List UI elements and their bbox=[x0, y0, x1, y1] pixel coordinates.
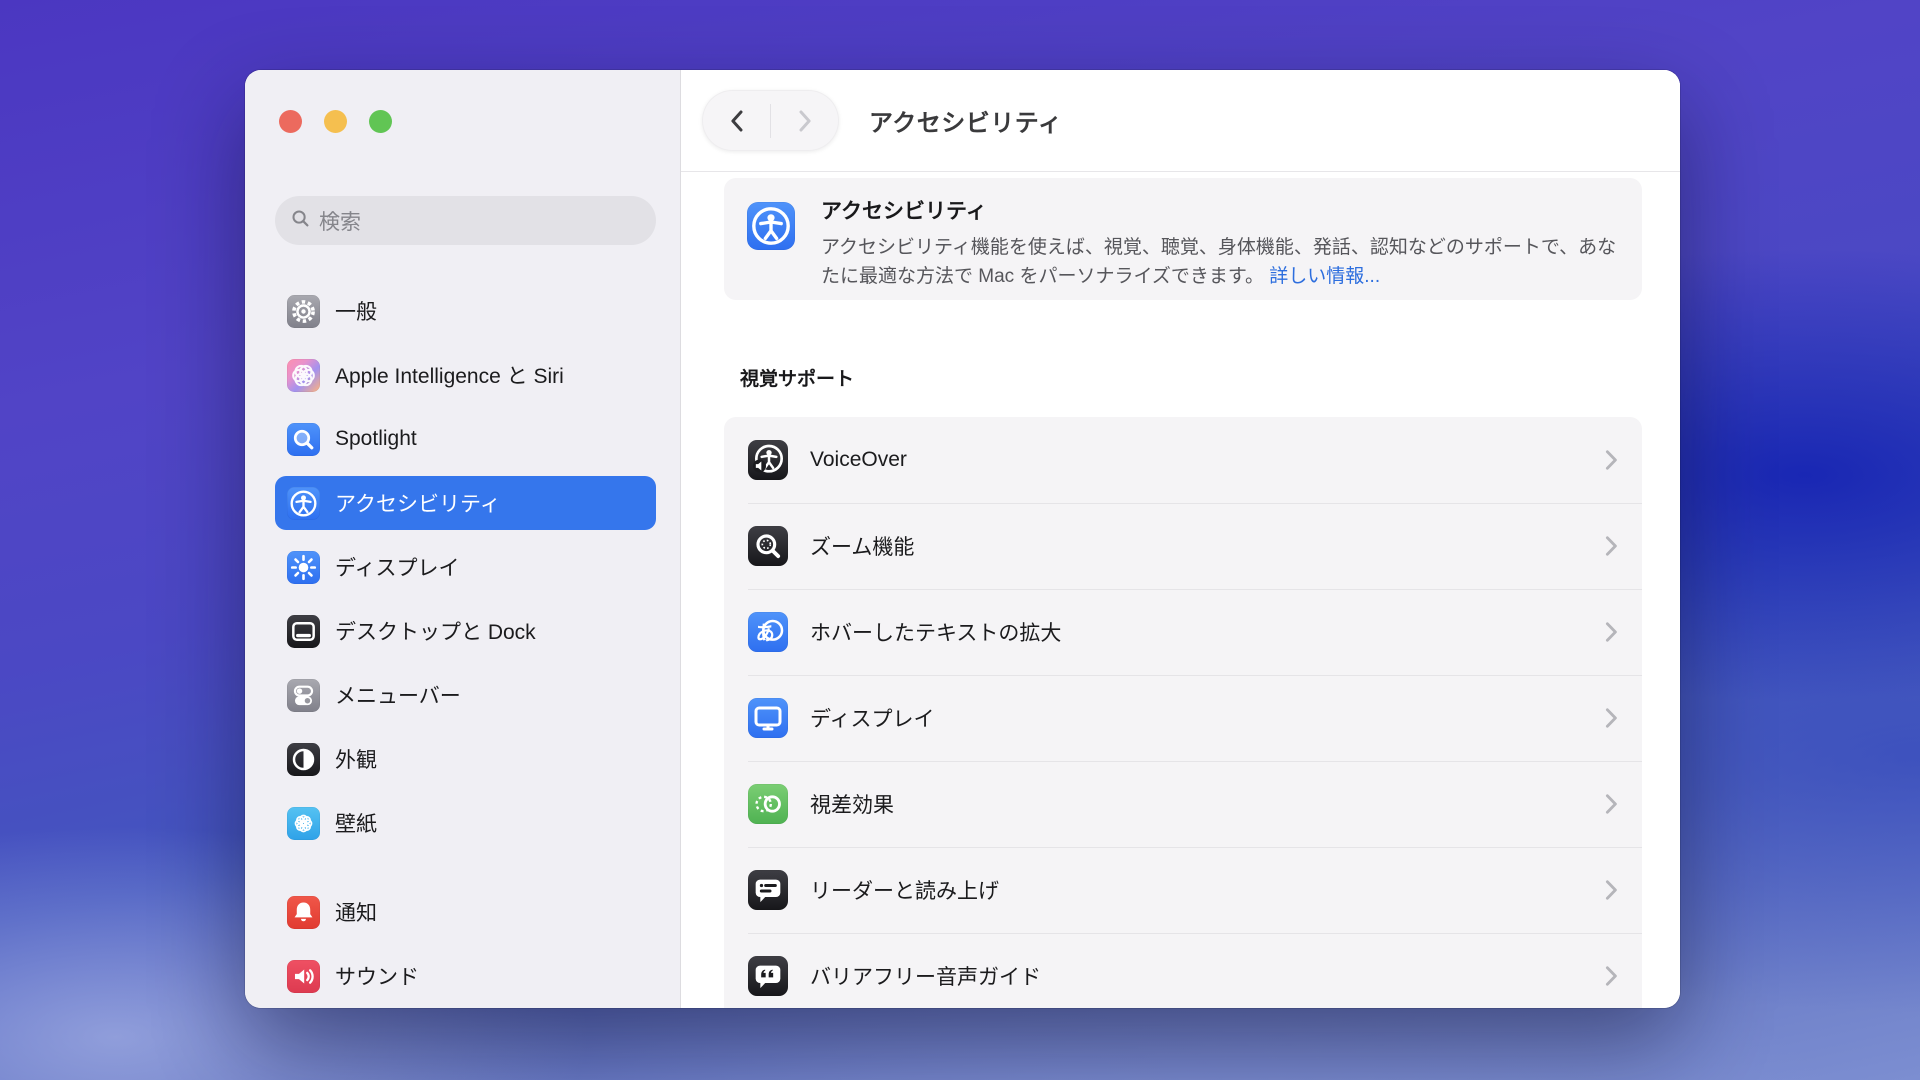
chevron-right-icon bbox=[1605, 965, 1618, 987]
sidebar-nav: 一般 Apple Intelligence と Siri Spotlight bbox=[275, 284, 656, 1003]
gear-icon bbox=[287, 295, 320, 328]
hover-text-icon: あ bbox=[748, 612, 788, 652]
chevron-right-icon bbox=[1605, 879, 1618, 901]
spoken-content-icon bbox=[748, 870, 788, 910]
sidebar-item-label: ディスプレイ bbox=[335, 552, 460, 582]
audio-descriptions-icon bbox=[748, 956, 788, 996]
learn-more-link[interactable]: 詳しい情報... bbox=[1269, 266, 1380, 287]
menu-bar-icon bbox=[287, 679, 320, 712]
row-audio-descriptions[interactable]: バリアフリー音声ガイド bbox=[724, 933, 1642, 1008]
chevron-right-icon bbox=[1605, 707, 1618, 729]
row-label: リーダーと読み上げ bbox=[810, 875, 1583, 905]
sidebar-item-label: メニューバー bbox=[335, 680, 461, 710]
navigation-bar: アクセシビリティ bbox=[681, 70, 1680, 172]
chevron-right-icon bbox=[1605, 535, 1618, 557]
sidebar-item-label: 壁紙 bbox=[335, 808, 377, 838]
row-voiceover[interactable]: VoiceOver bbox=[724, 417, 1642, 503]
apple-intelligence-icon bbox=[287, 359, 320, 392]
sidebar-item-notifications[interactable]: 通知 bbox=[275, 885, 656, 939]
sidebar-item-label: サウンド bbox=[335, 961, 419, 991]
sidebar-item-appearance[interactable]: 外観 bbox=[275, 732, 656, 786]
display-icon bbox=[748, 698, 788, 738]
minimize-button[interactable] bbox=[324, 110, 347, 133]
content-pane: アクセシビリティ アクセシビリティ アクセシビリティ機能を使えば、視覚、聴覚、身… bbox=[681, 70, 1680, 1008]
back-button[interactable] bbox=[702, 90, 770, 151]
settings-scroll-area[interactable]: アクセシビリティ アクセシビリティ機能を使えば、視覚、聴覚、身体機能、発話、認知… bbox=[681, 172, 1680, 1008]
chevron-right-icon bbox=[1605, 449, 1618, 471]
row-hover-text[interactable]: あ ホバーしたテキストの拡大 bbox=[724, 589, 1642, 675]
notifications-icon bbox=[287, 896, 320, 929]
row-zoom[interactable]: ズーム機能 bbox=[724, 503, 1642, 589]
sidebar-item-menu-bar[interactable]: メニューバー bbox=[275, 668, 656, 722]
intro-text: アクセシビリティ アクセシビリティ機能を使えば、視覚、聴覚、身体機能、発話、認知… bbox=[821, 195, 1618, 291]
row-motion[interactable]: 視差効果 bbox=[724, 761, 1642, 847]
motion-icon bbox=[748, 784, 788, 824]
row-label: バリアフリー音声ガイド bbox=[810, 961, 1583, 991]
sidebar-item-spotlight[interactable]: Spotlight bbox=[275, 412, 656, 466]
section-title-vision: 視覚サポート bbox=[740, 364, 1642, 391]
sidebar-item-label: Apple Intelligence と Siri bbox=[335, 360, 564, 390]
row-label: ズーム機能 bbox=[810, 531, 1583, 561]
forward-button[interactable] bbox=[771, 90, 839, 151]
sidebar-item-desktop-dock[interactable]: デスクトップと Dock bbox=[275, 604, 656, 658]
search-placeholder: 検索 bbox=[319, 206, 361, 236]
row-label: ホバーしたテキストの拡大 bbox=[810, 617, 1583, 647]
row-label: 視差効果 bbox=[810, 789, 1583, 819]
search-icon bbox=[291, 209, 310, 233]
accessibility-icon bbox=[747, 202, 795, 250]
intro-description: アクセシビリティ機能を使えば、視覚、聴覚、身体機能、発話、認知などのサポートで、… bbox=[821, 237, 1616, 287]
fullscreen-button[interactable] bbox=[369, 110, 392, 133]
sidebar-item-apple-intelligence[interactable]: Apple Intelligence と Siri bbox=[275, 348, 656, 402]
spotlight-icon bbox=[287, 423, 320, 456]
sidebar-item-display[interactable]: ディスプレイ bbox=[275, 540, 656, 594]
sidebar-item-label: アクセシビリティ bbox=[335, 488, 501, 518]
display-brightness-icon bbox=[287, 551, 320, 584]
nav-back-forward bbox=[702, 90, 839, 151]
vision-settings-list: VoiceOver ズーム機能 あ bbox=[724, 417, 1642, 1008]
close-button[interactable] bbox=[279, 110, 302, 133]
sidebar-item-label: Spotlight bbox=[335, 427, 417, 451]
intro-title: アクセシビリティ bbox=[821, 195, 1618, 225]
accessibility-icon bbox=[287, 487, 320, 520]
page-title: アクセシビリティ bbox=[869, 103, 1062, 138]
sidebar-item-label: 一般 bbox=[335, 296, 377, 326]
sidebar-item-label: 通知 bbox=[335, 897, 377, 927]
wallpaper-icon bbox=[287, 807, 320, 840]
chevron-right-icon bbox=[1605, 621, 1618, 643]
traffic-lights bbox=[275, 70, 656, 133]
row-label: VoiceOver bbox=[810, 448, 1583, 472]
row-display[interactable]: ディスプレイ bbox=[724, 675, 1642, 761]
row-spoken-content[interactable]: リーダーと読み上げ bbox=[724, 847, 1642, 933]
sidebar-item-label: 外観 bbox=[335, 744, 377, 774]
search-input[interactable]: 検索 bbox=[275, 196, 656, 245]
system-settings-window: 検索 一般 Apple Intelligence と Siri bbox=[245, 70, 1680, 1008]
appearance-icon bbox=[287, 743, 320, 776]
accessibility-intro-card: アクセシビリティ アクセシビリティ機能を使えば、視覚、聴覚、身体機能、発話、認知… bbox=[724, 178, 1642, 300]
sidebar-item-sound[interactable]: サウンド bbox=[275, 949, 656, 1003]
sound-icon bbox=[287, 960, 320, 993]
sidebar: 検索 一般 Apple Intelligence と Siri bbox=[245, 70, 681, 1008]
zoom-feature-icon bbox=[748, 526, 788, 566]
sidebar-item-general[interactable]: 一般 bbox=[275, 284, 656, 338]
desktop-dock-icon bbox=[287, 615, 320, 648]
row-label: ディスプレイ bbox=[810, 703, 1583, 733]
sidebar-item-accessibility[interactable]: アクセシビリティ bbox=[275, 476, 656, 530]
sidebar-item-label: デスクトップと Dock bbox=[335, 616, 536, 646]
sidebar-item-wallpaper[interactable]: 壁紙 bbox=[275, 796, 656, 850]
voiceover-icon bbox=[748, 440, 788, 480]
chevron-right-icon bbox=[1605, 793, 1618, 815]
